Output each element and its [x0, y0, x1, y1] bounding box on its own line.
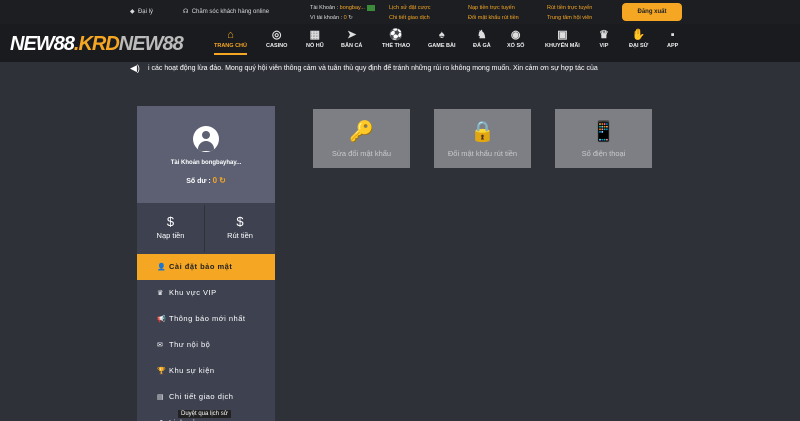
security-card-label: Số điện thoại [581, 149, 626, 158]
nav-item-label: VIP [599, 43, 609, 49]
deposit-button[interactable]: $ Nạp tiền [137, 205, 205, 252]
logout-button[interactable]: Đăng xuất [622, 3, 682, 21]
nav-item-label: KHUYẾN MÃI [545, 43, 580, 49]
speaker-icon: ◀) [130, 63, 140, 73]
nav-item-label: ĐẠI SỨ [629, 43, 649, 49]
ball-icon: ⚽ [389, 29, 403, 41]
lottery-icon: ◉ [510, 29, 521, 41]
avatar-icon [193, 126, 219, 152]
chip-icon: ◎ [271, 29, 282, 41]
sidebar-item-label: Cài đặt bảo mật [169, 262, 233, 271]
nav-item-label: ĐÁ GÀ [473, 43, 491, 49]
slot-icon: ▦ [309, 29, 321, 41]
logo[interactable]: NEW88.KRDNEW88 [10, 33, 184, 56]
nav-item-7[interactable]: ◉ XỔ SỐ [507, 28, 524, 49]
nav-item-label: NỔ HŨ [306, 43, 324, 49]
nav-item-9[interactable]: ♛ VIP [599, 28, 609, 49]
sidebar-menu: 👤 Cài đặt bảo mật ♛ Khu vực VIP 📢 Thông báo m… [137, 254, 275, 421]
sidebar-item-label: Chi tiết giao dịch [169, 392, 234, 401]
security-card-label: Đổi mật khẩu rút tiền [447, 149, 518, 158]
online-deposit-link[interactable]: Nạp tiền trực tuyến [468, 3, 519, 13]
account-summary: Tài Khoản : bongbay... Ví tài khoản : 0 … [310, 3, 375, 23]
online-withdraw-link[interactable]: Rút tiền trực tuyến [547, 3, 592, 13]
sidebar-item-icon: ✉ [157, 342, 164, 349]
diamond-icon: ◆ [130, 9, 135, 15]
top-bar: ◆ Đại lý ☊ Chăm sóc khách hàng online Tà… [0, 0, 800, 24]
phone-icon: 📱 [591, 121, 616, 143]
security-card-2[interactable]: 📱 Số điện thoại [555, 109, 652, 168]
fish-icon: ➤ [347, 29, 357, 41]
sidebar-item-icon: 📢 [157, 316, 167, 323]
headset-icon: ☊ [183, 9, 189, 15]
member-center-link[interactable]: Trung tâm hội viên [547, 13, 592, 23]
nav-item-5[interactable]: ♠ GAME BÀI [428, 28, 456, 49]
sidebar-item-2[interactable]: 📢 Thông báo mới nhất [137, 306, 275, 332]
withdraw-icon: $ [236, 214, 244, 229]
security-card-0[interactable]: 🔑 Sửa đổi mật khẩu [313, 109, 410, 168]
deposit-icon: $ [166, 214, 175, 229]
key-icon: 🔑 [349, 121, 374, 143]
tooltip: Duyệt qua lịch sử [178, 410, 231, 418]
account-sidebar: Tài Khoản bongbayhay... Số dư : 0 ↻ $ Nạ… [137, 106, 275, 421]
nav-item-label: APP [667, 43, 679, 49]
agent-link[interactable]: ◆ Đại lý [130, 8, 153, 15]
nav-item-3[interactable]: ➤ BẮN CÁ [341, 28, 362, 49]
sidebar-item-label: Thư nội bộ [169, 340, 211, 349]
nav-item-8[interactable]: ▣ KHUYẾN MÃI [545, 28, 580, 49]
nav-item-1[interactable]: ◎ CASINO [266, 28, 287, 49]
bet-history-link[interactable]: Lịch sử đặt cược [389, 3, 431, 13]
nav-item-label: BẮN CÁ [341, 43, 363, 49]
profile-account-name: Tài Khoản bongbayhay... [170, 160, 242, 166]
nav-item-2[interactable]: ▦ NỔ HŨ [306, 28, 324, 49]
links-column-3: Rút tiền trực tuyến Trung tâm hội viên [547, 3, 592, 23]
cards-icon: ♠ [438, 29, 445, 41]
announcement-marquee: ◀) i các hoạt động lừa đảo. Mong quý hội… [130, 63, 598, 73]
nav-item-6[interactable]: ♞ ĐÁ GÀ [473, 28, 491, 49]
profile-panel: Tài Khoản bongbayhay... Số dư : 0 ↻ [137, 106, 275, 203]
security-card-label: Sửa đổi mật khẩu [331, 149, 392, 158]
refresh-icon[interactable]: ↻ [348, 15, 353, 21]
nav-item-11[interactable]: ▪ APP [667, 28, 678, 49]
sidebar-item-icon: ♛ [157, 290, 164, 297]
nav-item-label: TRANG CHỦ [214, 43, 247, 49]
profile-balance: Số dư : 0 ↻ [186, 176, 226, 185]
nav-item-label: XỔ SỐ [507, 43, 525, 49]
money-actions: $ Nạp tiền $ Rút tiền [137, 205, 275, 252]
sidebar-item-icon: ▤ [157, 394, 165, 401]
sidebar-item-icon: 🏆 [157, 368, 167, 375]
main-nav: NEW88.KRDNEW88 ⌂ TRANG CHỦ ◎ CASINO ▦ NỔ HŨ ➤ B… [0, 24, 800, 62]
sidebar-item-icon: 👤 [157, 264, 167, 271]
withdraw-button[interactable]: $ Rút tiền [206, 205, 274, 252]
nav-item-4[interactable]: ⚽ THỂ THAO [382, 28, 410, 49]
links-column-2: Nạp tiền trực tuyến Đổi mật khẩu rút tiề… [468, 3, 519, 23]
links-column-1: Lịch sử đặt cược Chi tiết giao dịch [389, 3, 431, 23]
home-icon: ⌂ [227, 29, 234, 41]
support-link[interactable]: ☊ Chăm sóc khách hàng online [183, 8, 269, 15]
sidebar-item-0[interactable]: 👤 Cài đặt bảo mật [137, 254, 275, 280]
gift-icon: ▣ [557, 29, 568, 41]
sidebar-item-1[interactable]: ♛ Khu vực VIP [137, 280, 275, 306]
handshake-icon: ✋ [631, 29, 646, 41]
wallet-badge-icon [366, 4, 375, 11]
nav-item-10[interactable]: ✋ ĐẠI SỨ [629, 28, 648, 49]
sidebar-item-label: Thông báo mới nhất [169, 314, 246, 323]
nav-item-label: THỂ THAO [382, 43, 411, 49]
security-card-1[interactable]: 🔒 Đổi mật khẩu rút tiền [434, 109, 531, 168]
change-withdraw-password-link[interactable]: Đổi mật khẩu rút tiền [468, 13, 519, 23]
crown-icon: ♛ [599, 29, 609, 41]
nav-item-label: GAME BÀI [428, 43, 456, 49]
refresh-balance-icon[interactable]: ↻ [219, 176, 226, 185]
lock-icon: 🔒 [470, 121, 495, 143]
sidebar-item-label: Khu vực VIP [169, 288, 217, 297]
grid-icon: ▪ [670, 29, 675, 41]
nav-item-0[interactable]: ⌂ TRANG CHỦ [214, 28, 247, 55]
rooster-icon: ♞ [476, 29, 487, 41]
sidebar-item-label: Khu sự kiện [169, 366, 215, 375]
sidebar-item-3[interactable]: ✉ Thư nội bộ [137, 332, 275, 358]
nav-item-label: CASINO [266, 43, 288, 49]
sidebar-item-icon: ↺ [157, 411, 169, 421]
transaction-detail-link[interactable]: Chi tiết giao dịch [389, 13, 431, 23]
sidebar-item-4[interactable]: 🏆 Khu sự kiện [137, 358, 275, 384]
sidebar-item-5[interactable]: ▤ Chi tiết giao dịch [137, 384, 275, 410]
